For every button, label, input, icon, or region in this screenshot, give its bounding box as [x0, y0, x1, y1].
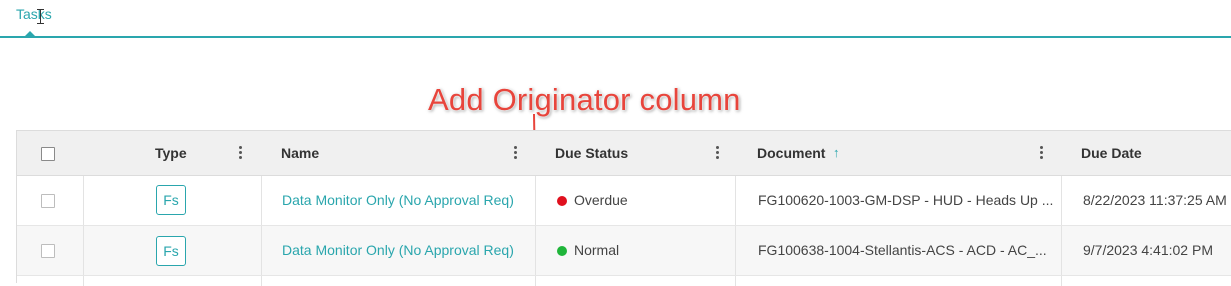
header-select-cell — [17, 131, 83, 175]
table-row[interactable]: Fs Data Monitor Only (No Approval Req) O… — [17, 176, 1231, 226]
form-type-icon: Fs — [156, 236, 186, 266]
header-due-status[interactable]: Due Status — [535, 131, 735, 175]
table-row[interactable]: Fs Data Monitor Only (No Approval Req) N… — [17, 226, 1231, 276]
tasks-grid: Type Name Due Status Document ↑ Due Date… — [16, 130, 1231, 286]
type-cell: Fs — [83, 176, 261, 225]
due-date-cell: 9/7/2023 4:41:02 PM — [1061, 226, 1231, 275]
row-checkbox[interactable] — [41, 194, 55, 208]
document-cell — [735, 276, 1061, 286]
annotation-callout: Add Originator column — [428, 82, 741, 117]
row-select-cell — [17, 226, 83, 275]
kebab-icon[interactable] — [1030, 141, 1052, 163]
header-name-label: Name — [281, 145, 320, 161]
type-cell — [83, 276, 261, 286]
due-date-cell: 8/22/2023 11:37:25 AM — [1061, 176, 1231, 225]
status-dot-icon — [557, 246, 567, 256]
document-cell: FG100620-1003-GM-DSP - HUD - Heads Up ..… — [735, 176, 1061, 225]
document-text: FG100638-1004-Stellantis-ACS - ACD - AC_… — [758, 242, 1047, 258]
header-due-date[interactable]: Due Date — [1061, 131, 1231, 175]
due-date-text: 9/7/2023 4:41:02 PM — [1083, 242, 1213, 258]
header-due-status-label: Due Status — [555, 145, 629, 161]
due-status-cell: Overdue — [535, 176, 735, 225]
row-select-cell — [17, 176, 83, 225]
due-date-cell — [1061, 276, 1231, 286]
kebab-icon[interactable] — [504, 141, 526, 163]
type-cell: Fs — [83, 226, 261, 275]
table-row[interactable] — [17, 276, 1231, 286]
document-cell: FG100638-1004-Stellantis-ACS - ACD - AC_… — [735, 226, 1061, 275]
name-cell — [261, 276, 535, 286]
select-all-checkbox[interactable] — [41, 147, 55, 161]
due-status-cell: Normal — [535, 226, 735, 275]
document-text: FG100620-1003-GM-DSP - HUD - Heads Up ..… — [758, 192, 1054, 208]
tab-bar-underline — [0, 36, 1231, 38]
due-status-text: Normal — [574, 242, 620, 258]
header-document[interactable]: Document ↑ — [735, 131, 1061, 175]
task-name-link[interactable]: Data Monitor Only (No Approval Req) — [282, 192, 514, 208]
header-name[interactable]: Name — [261, 131, 535, 175]
kebab-icon[interactable] — [706, 141, 728, 163]
header-due-date-label: Due Date — [1081, 145, 1142, 161]
kebab-icon[interactable] — [229, 141, 251, 163]
status-dot-icon — [557, 196, 567, 206]
name-cell: Data Monitor Only (No Approval Req) — [261, 226, 535, 275]
active-tab-indicator — [24, 31, 36, 37]
header-type-label: Type — [155, 145, 187, 161]
header-document-label: Document — [757, 145, 826, 161]
task-name-link[interactable]: Data Monitor Only (No Approval Req) — [282, 242, 514, 258]
arrow-up-icon[interactable]: ↑ — [833, 145, 840, 160]
tab-tasks[interactable]: Tasks — [16, 6, 52, 22]
due-date-text: 8/22/2023 11:37:25 AM — [1083, 192, 1227, 208]
name-cell: Data Monitor Only (No Approval Req) — [261, 176, 535, 225]
text-cursor-icon — [37, 9, 44, 24]
due-status-cell — [535, 276, 735, 286]
header-type[interactable]: Type — [83, 131, 261, 175]
grid-header: Type Name Due Status Document ↑ Due Date — [17, 131, 1231, 176]
tab-bar: Tasks — [0, 0, 1231, 38]
form-type-icon: Fs — [156, 185, 186, 215]
row-checkbox[interactable] — [41, 244, 55, 258]
due-status-text: Overdue — [574, 192, 628, 208]
